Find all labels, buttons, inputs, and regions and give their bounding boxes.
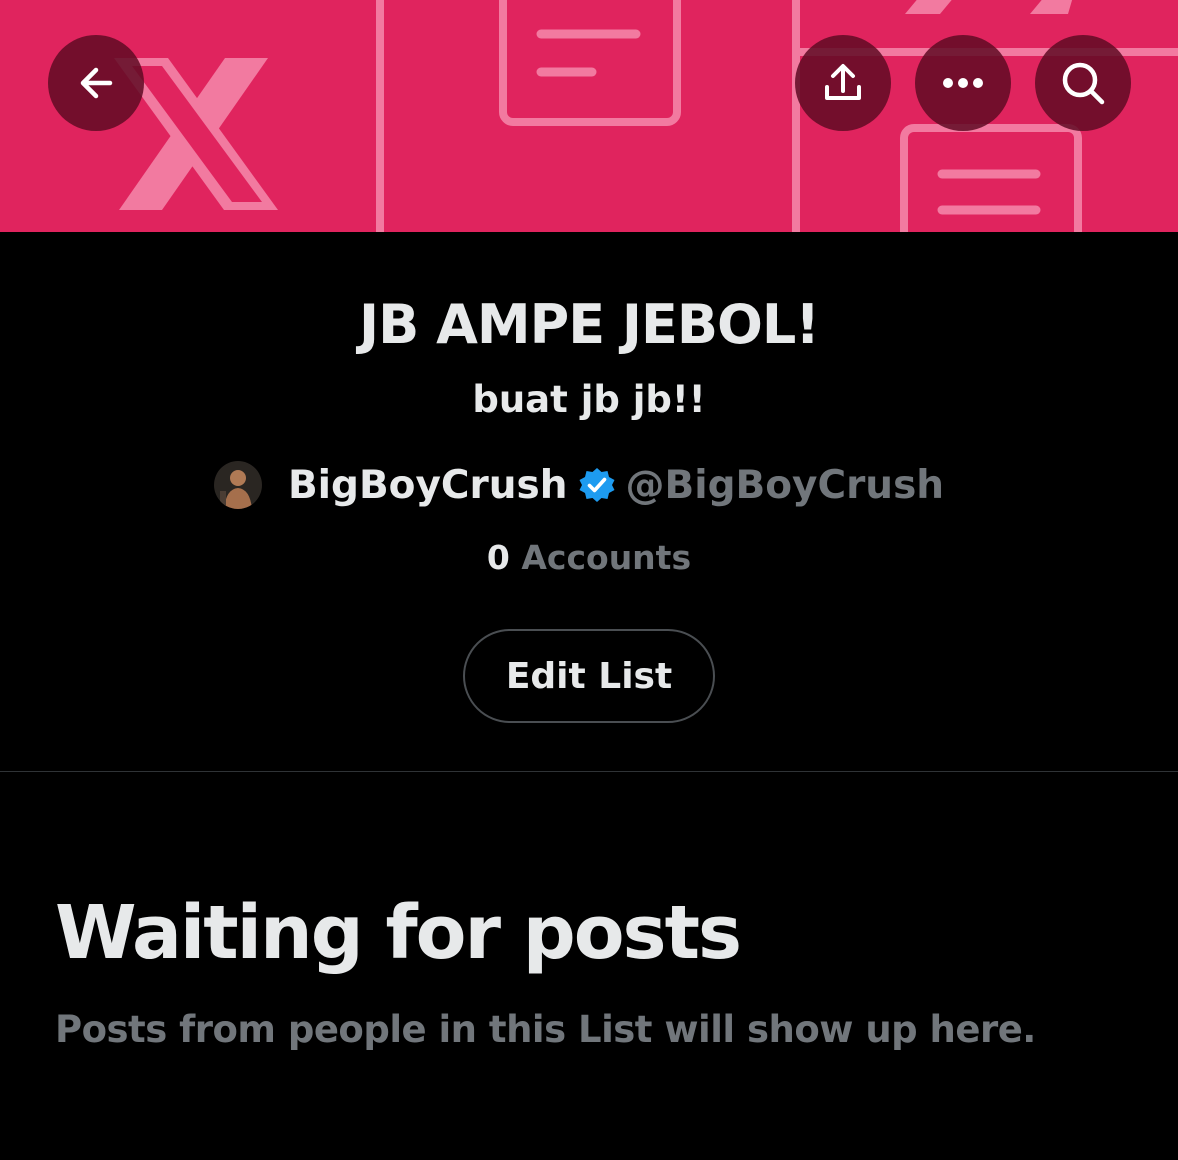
owner-display-name[interactable]: BigBoyCrush — [288, 463, 568, 508]
owner-avatar-image — [213, 461, 262, 509]
owner-handle[interactable]: @BigBoyCrush — [626, 463, 945, 508]
empty-state-title: Waiting for posts — [55, 890, 742, 976]
accounts-count: 0 — [486, 538, 510, 577]
divider — [0, 771, 1178, 772]
list-title: JB AMPE JEBOL! — [359, 293, 820, 356]
accounts-count-link[interactable]: 0 Accounts — [0, 536, 1178, 580]
accounts-label: Accounts — [521, 538, 692, 577]
search-icon — [1062, 62, 1105, 105]
verified-badge-icon — [578, 466, 616, 504]
banner-illustration — [0, 0, 1178, 232]
list-description: buat jb jb!! — [472, 378, 706, 421]
list-banner — [0, 0, 1178, 232]
avatar[interactable] — [213, 461, 262, 509]
more-options-button[interactable] — [915, 35, 1011, 131]
ellipsis-icon — [943, 78, 983, 88]
share-upload-icon — [825, 64, 861, 100]
search-button[interactable] — [1035, 35, 1131, 131]
arrow-left-icon — [80, 67, 113, 99]
empty-state-subtitle: Posts from people in this List will show… — [55, 1008, 1036, 1051]
back-button[interactable] — [48, 35, 144, 131]
share-button[interactable] — [795, 35, 891, 131]
edit-list-button[interactable]: Edit List — [463, 629, 715, 723]
list-owner[interactable]: BigBoyCrush @BigBoyCrush — [0, 458, 1178, 512]
